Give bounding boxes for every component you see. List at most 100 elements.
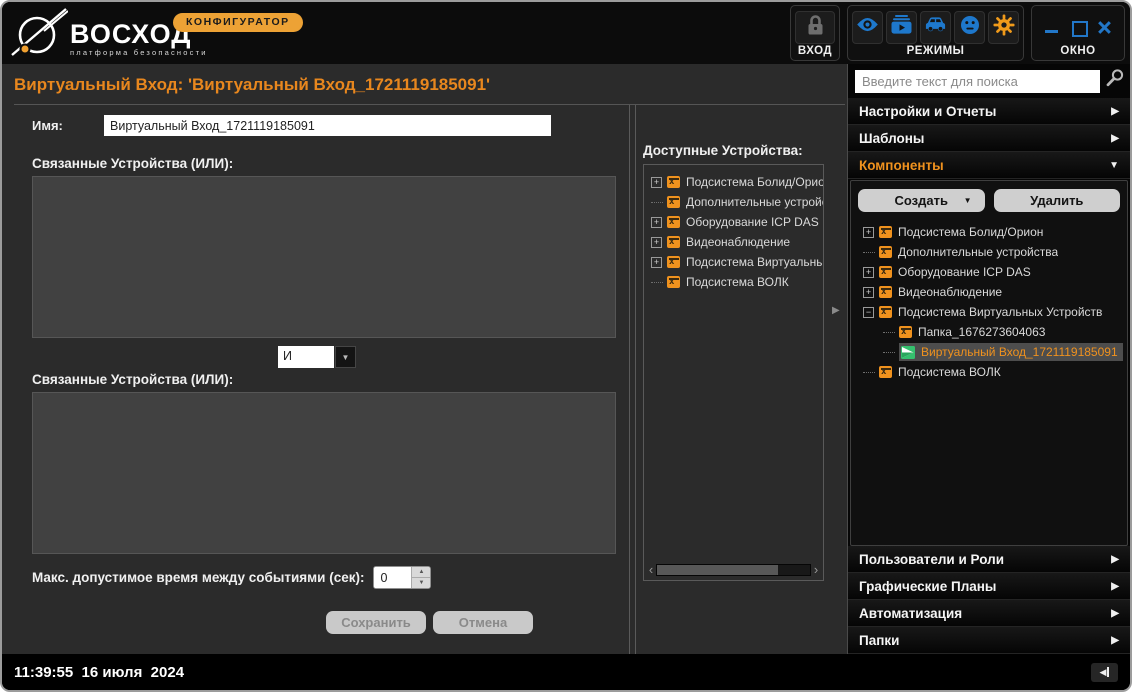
- collapse-events-panel-button[interactable]: ◀: [1091, 663, 1118, 682]
- subsystem-folder-icon: [667, 256, 680, 268]
- section-automation[interactable]: Автоматизация ▶: [848, 600, 1130, 627]
- tree-item[interactable]: − Подсистема Виртуальных Устройств: [856, 302, 1127, 322]
- chevron-down-icon: ▼: [964, 196, 972, 205]
- linked-devices-list-bottom[interactable]: [32, 392, 616, 554]
- expand-toggle[interactable]: +: [651, 257, 662, 268]
- subsystem-folder-icon: [879, 266, 892, 278]
- operator-dropdown-button[interactable]: ▼: [335, 346, 356, 368]
- tree-item[interactable]: + Подсистема Виртуальных Устройств: [644, 252, 823, 272]
- create-button[interactable]: Создать ▼: [858, 189, 985, 212]
- tree-item[interactable]: + Видеонаблюдение: [644, 232, 823, 252]
- gear-icon: [993, 14, 1015, 41]
- tree-item[interactable]: Подсистема ВОЛК: [856, 362, 1127, 382]
- save-button[interactable]: Сохранить: [326, 611, 426, 634]
- transport-mode-button[interactable]: [920, 11, 951, 44]
- tree-item-label: Подсистема ВОЛК: [686, 275, 789, 289]
- tree-item[interactable]: Папка_1676273604063: [856, 322, 1127, 342]
- tree-connector: [651, 202, 663, 203]
- operator-select[interactable]: И ▼: [278, 346, 356, 368]
- expand-toggle[interactable]: +: [863, 227, 874, 238]
- tree-item[interactable]: + Подсистема Болид/Орион: [644, 172, 823, 192]
- logo-orbit-icon: [10, 5, 68, 66]
- page-title: Виртуальный Вход: 'Виртуальный Вход_1721…: [14, 75, 847, 95]
- window-group-label: ОКНО: [1060, 45, 1095, 58]
- chevron-down-icon: ▼: [1109, 160, 1119, 171]
- eye-icon: [856, 17, 879, 37]
- section-folders[interactable]: Папки ▶: [848, 627, 1130, 654]
- section-templates[interactable]: Шаблоны ▶: [848, 125, 1130, 152]
- spinner-down-button[interactable]: ▼: [412, 578, 430, 588]
- section-graphic-plans[interactable]: Графические Планы ▶: [848, 573, 1130, 600]
- tree-item-label: Папка_1676273604063: [918, 325, 1045, 339]
- login-group-label: ВХОД: [798, 45, 832, 58]
- max-time-label: Макс. допустимое время между событиями (…: [32, 570, 364, 585]
- available-devices-panel: Доступные Устройства: + Подсистема Болид…: [636, 105, 824, 654]
- navigator-sidebar: Настройки и Отчеты ▶ Шаблоны ▶ Компонент…: [847, 64, 1130, 654]
- scrollbar-thumb[interactable]: [657, 565, 778, 575]
- section-settings-reports[interactable]: Настройки и Отчеты ▶: [848, 98, 1130, 125]
- cancel-button[interactable]: Отмена: [433, 611, 533, 634]
- video-archive-icon: [891, 15, 912, 39]
- search-input[interactable]: [855, 70, 1100, 93]
- tree-item-selected[interactable]: Виртуальный Вход_1721119185091: [856, 342, 1127, 362]
- login-button[interactable]: [795, 11, 835, 44]
- tree-item[interactable]: + Оборудование ICP DAS: [644, 212, 823, 232]
- tree-item[interactable]: Дополнительные устройства: [644, 192, 823, 212]
- video-mode-button[interactable]: [886, 11, 917, 44]
- persons-mode-button[interactable]: [954, 11, 985, 44]
- smiley-icon: [960, 15, 980, 40]
- max-time-input[interactable]: [374, 567, 411, 588]
- subsystem-folder-icon: [667, 216, 680, 228]
- tree-item[interactable]: + Видеонаблюдение: [856, 282, 1127, 302]
- vertical-splitter[interactable]: [629, 105, 636, 654]
- collapse-bar-icon: [1107, 667, 1109, 677]
- name-label: Имя:: [18, 118, 104, 133]
- section-components[interactable]: Компоненты ▼: [848, 152, 1130, 179]
- virtual-input-form: Имя: Связанные Устройства (ИЛИ): И ▼ Свя…: [14, 105, 624, 654]
- horizontal-scrollbar: ‹ ›: [646, 563, 821, 577]
- maximize-icon[interactable]: [1070, 19, 1086, 35]
- linked-devices-label-bottom: Связанные Устройства (ИЛИ):: [32, 372, 624, 387]
- tree-item[interactable]: + Оборудование ICP DAS: [856, 262, 1127, 282]
- panel-collapse-strip: ▶: [824, 105, 850, 654]
- name-input[interactable]: [104, 115, 551, 136]
- chevron-right-icon: ▶: [1111, 554, 1119, 565]
- collapse-toggle[interactable]: −: [863, 307, 874, 318]
- monitoring-mode-button[interactable]: [852, 11, 883, 44]
- spinner-up-button[interactable]: ▲: [412, 567, 430, 578]
- minimize-icon[interactable]: [1044, 19, 1060, 35]
- modes-group-label: РЕЖИМЫ: [907, 45, 965, 58]
- window-group: ОКНО: [1031, 5, 1125, 61]
- section-users-roles[interactable]: Пользователи и Роли ▶: [848, 546, 1130, 573]
- search-icon[interactable]: [1104, 68, 1125, 94]
- subsystem-folder-icon: [879, 366, 892, 378]
- spinner-down-icon: ▼: [418, 580, 424, 586]
- delete-button[interactable]: Удалить: [994, 189, 1121, 212]
- close-icon[interactable]: [1096, 19, 1112, 35]
- subsystem-folder-icon: [667, 276, 680, 288]
- tree-item[interactable]: Дополнительные устройства: [856, 242, 1127, 262]
- configurator-mode-button[interactable]: [988, 11, 1019, 44]
- scroll-right-icon[interactable]: ›: [811, 564, 821, 576]
- expand-toggle[interactable]: +: [651, 217, 662, 228]
- car-icon: [924, 16, 947, 38]
- scrollbar-track[interactable]: [656, 564, 811, 576]
- linked-devices-list-top[interactable]: [32, 176, 616, 338]
- subsystem-folder-icon: [667, 176, 680, 188]
- main-area: Виртуальный Вход: 'Виртуальный Вход_1721…: [2, 64, 1130, 654]
- lock-icon: [806, 14, 825, 41]
- scroll-left-icon[interactable]: ‹: [646, 564, 656, 576]
- tree-connector: [883, 352, 895, 353]
- virtual-input-icon: [901, 346, 915, 359]
- expand-toggle[interactable]: +: [863, 287, 874, 298]
- chevron-right-icon: ▶: [1111, 635, 1119, 646]
- components-panel: Создать ▼ Удалить + Подсистема Болид/Ори…: [850, 180, 1128, 546]
- available-devices-title: Доступные Устройства:: [643, 143, 824, 158]
- expand-panel-icon[interactable]: ▶: [832, 305, 840, 316]
- expand-toggle[interactable]: +: [863, 267, 874, 278]
- configurator-badge: КОНФИГУРАТОР: [173, 13, 303, 32]
- tree-item[interactable]: Подсистема ВОЛК: [644, 272, 823, 292]
- expand-toggle[interactable]: +: [651, 177, 662, 188]
- tree-item[interactable]: + Подсистема Болид/Орион: [856, 222, 1127, 242]
- expand-toggle[interactable]: +: [651, 237, 662, 248]
